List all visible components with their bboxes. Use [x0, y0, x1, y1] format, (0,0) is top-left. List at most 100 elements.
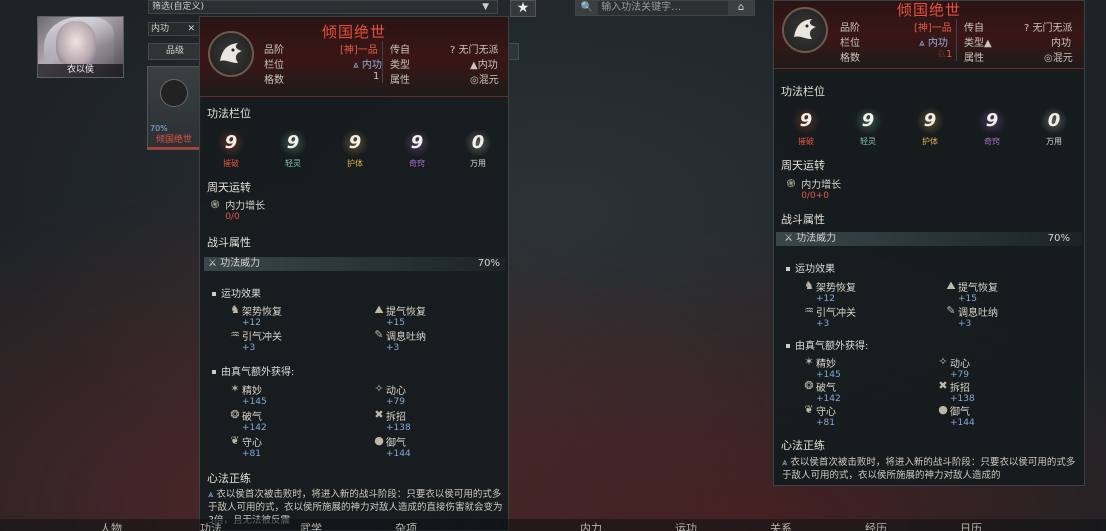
combat-power-value: 70%	[1047, 233, 1070, 244]
wolf-emblem-icon	[208, 31, 254, 77]
stat-text: 提气恢复 +15	[958, 279, 998, 304]
stat-icon: ✧	[374, 382, 384, 395]
bottom-nav-item[interactable]: 运功	[675, 520, 697, 531]
stat-name: 调息吐纳	[958, 308, 998, 319]
stat-icon: ⛰	[374, 303, 384, 316]
skill-tooltip-compare: 倾国绝世 品阶 [神]一品 栏位 ⩓ 内功 格数 ♘1 传自 ? 无门无派 类型…	[773, 0, 1085, 486]
favorite-star-button[interactable]: ★	[510, 0, 536, 17]
slot-1[interactable]: 9 轻灵	[273, 129, 313, 169]
effects-title: 运功效果	[786, 260, 835, 275]
stat-text: 御气 +144	[386, 434, 411, 459]
type-select[interactable]: 内功 ✕	[148, 22, 200, 36]
bottom-nav-item[interactable]: 内力	[580, 520, 602, 531]
search-input[interactable]: 🔍 输入功法关键字… ⌂	[575, 0, 755, 16]
cycle-row: ֍ 内力增长 0/0+0	[784, 176, 842, 201]
stat-value: +81	[816, 418, 835, 428]
clear-filter-icon[interactable]: ⌂	[728, 1, 754, 15]
combat-power-value: 70%	[477, 258, 500, 269]
stat-item: ♞ 架势恢复 +12	[802, 279, 856, 304]
filter-dropdown[interactable]: 筛选(自定义) ▼	[148, 0, 498, 14]
bottom-nav-item[interactable]: 关系	[770, 520, 792, 531]
slot-label: 护体	[347, 159, 363, 168]
stat-name: 引气冲关	[242, 332, 282, 343]
bullet-icon	[212, 370, 216, 374]
combat-power-label: 功法威力	[220, 258, 261, 269]
cycle-value: 0/0+0	[801, 191, 829, 201]
slot-value-icon: ⩓	[919, 38, 925, 49]
slot-4[interactable]: 0 万用	[1034, 107, 1074, 147]
prop-value-text: 混元	[478, 75, 499, 86]
grade-label: 品阶	[840, 23, 860, 34]
slot-value: ⩓ 内功	[353, 56, 382, 71]
slot-2[interactable]: 9 护体	[910, 107, 950, 147]
cycle-row: ֍ 内力增长 0/0	[208, 197, 266, 222]
type-label-text: 类型	[964, 38, 984, 49]
slot-label: 护体	[922, 137, 938, 146]
cycle-value: 0/0	[225, 212, 240, 222]
slot-label: 栏位	[840, 38, 860, 49]
bullet-icon	[212, 292, 216, 296]
slot-label: 轻灵	[285, 159, 301, 168]
effects-title-text: 运功效果	[795, 264, 835, 275]
stat-icon: ✎	[946, 304, 956, 317]
stat-value: +12	[242, 318, 261, 328]
stat-item: ❦ 守心 +81	[802, 403, 836, 428]
slot-count: 9	[978, 107, 1006, 135]
stat-text: 精妙 +145	[816, 355, 841, 380]
stat-icon: ❂	[804, 379, 814, 392]
skill-tile-name: 倾国绝世	[155, 135, 192, 145]
slot-1[interactable]: 9 轻灵	[848, 107, 888, 147]
slot-count: 9	[403, 129, 431, 157]
bottom-nav-item[interactable]: 功法	[200, 520, 222, 531]
close-icon[interactable]: ✕	[187, 23, 195, 35]
stat-icon: ✖	[938, 379, 948, 392]
count-label: 格数	[264, 75, 284, 86]
slot-3[interactable]: 9 奇窍	[972, 107, 1012, 147]
skill-emblem-icon	[160, 79, 188, 107]
cycle-text: 内力增长 0/0	[225, 197, 265, 222]
slot-2[interactable]: 9 护体	[335, 129, 375, 169]
section-combat-title: 战斗属性	[781, 213, 825, 226]
slot-3[interactable]: 9 奇窍	[397, 129, 437, 169]
stat-name: 拆招	[386, 412, 406, 423]
stat-item: ♒ 引气冲关 +3	[802, 304, 856, 329]
lineage-label: 传自	[964, 23, 984, 34]
stat-text: 动心 +79	[386, 382, 406, 407]
slot-0[interactable]: 9 摧破	[211, 129, 251, 169]
slot-count: 9	[792, 107, 820, 135]
grade-sort-button[interactable]: 品级	[148, 43, 202, 60]
skill-tile[interactable]: 70% 倾国绝世	[147, 66, 201, 150]
stat-item: ♞ 架势恢复 +12	[228, 303, 282, 328]
bottom-nav-item[interactable]: 日历	[960, 520, 982, 531]
search-icon: 🔍	[576, 1, 598, 15]
slot-0[interactable]: 9 摧破	[786, 107, 826, 147]
filter-label: 筛选(自定义)	[152, 2, 205, 12]
combat-power-bar: ⚔ 功法威力 70%	[204, 257, 506, 271]
bottom-nav-item[interactable]: 武学	[300, 520, 322, 531]
stat-name: 提气恢复	[386, 307, 426, 318]
bottom-nav-item[interactable]: 人物	[100, 520, 122, 531]
character-portrait[interactable]: 衣以侯	[37, 16, 124, 78]
slot-4[interactable]: 0 万用	[458, 129, 498, 169]
slot-count: 9	[279, 129, 307, 157]
skill-tooltip-main: 倾国绝世 品阶 [神]一品 栏位 ⩓ 内功 格数 1 传自 ? 无门无派 类型 …	[199, 16, 509, 531]
chevron-down-icon: ▼	[482, 2, 489, 12]
bottom-nav-item[interactable]: 经历	[865, 520, 887, 531]
stat-item: ♒ 引气冲关 +3	[228, 328, 282, 353]
stat-icon: ♞	[230, 303, 240, 316]
cycle-label: 内力增长	[801, 180, 842, 191]
stat-icon: ♞	[804, 279, 814, 292]
stat-icon: ✶	[804, 355, 814, 368]
bottom-nav-item[interactable]: 杂项	[395, 520, 417, 531]
stat-text: 拆招 +138	[386, 408, 411, 433]
slot-count: 0	[464, 129, 492, 157]
type-label-icon: ▲	[984, 38, 992, 49]
character-name: 衣以侯	[38, 64, 123, 77]
swirl-icon: ֍	[786, 177, 796, 190]
stat-name: 架势恢复	[816, 283, 856, 294]
count-value: 1	[373, 71, 380, 82]
type-select-value: 内功	[151, 24, 170, 34]
stat-text: 引气冲关 +3	[816, 304, 856, 329]
mind-description-text: 衣以侯首次被击败时，将进入新的战斗阶段：只要衣以侯可用的式多于敌人可用的式，衣以…	[782, 457, 1076, 481]
slot-value: ⩓ 内功	[919, 34, 948, 49]
